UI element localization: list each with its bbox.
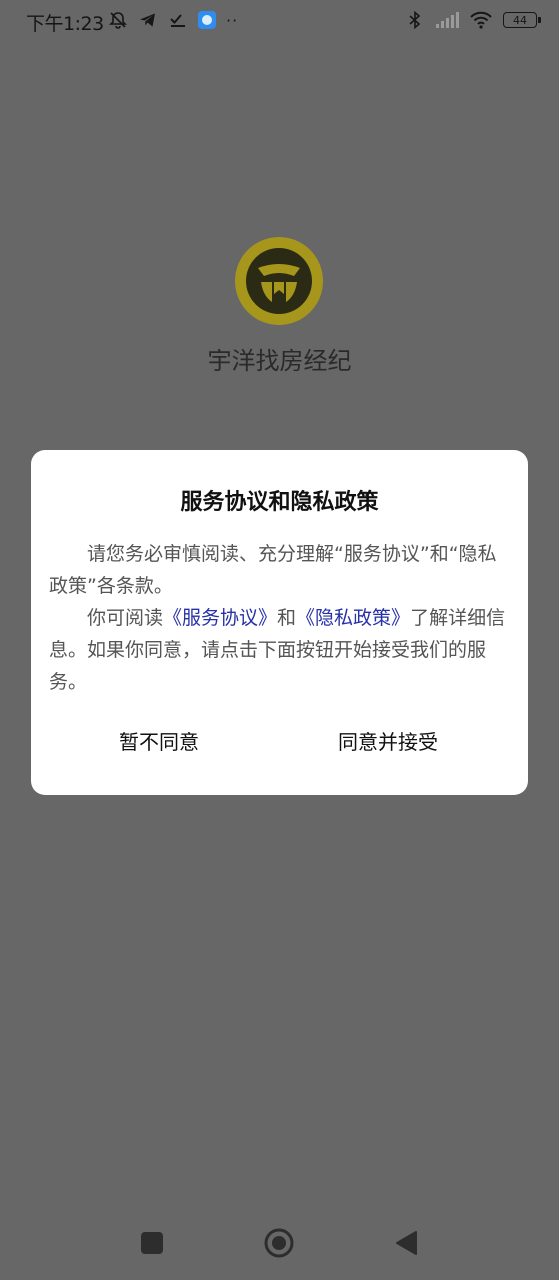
decline-button[interactable]: 暂不同意	[119, 726, 199, 755]
telegram-icon	[140, 13, 155, 27]
mute-bell-icon	[109, 12, 127, 29]
status-bar: 下午1:23 ·· 44	[0, 0, 559, 42]
status-left-icons: ··	[108, 10, 238, 30]
app-notification-icon	[198, 11, 216, 29]
accept-button[interactable]: 同意并接受	[338, 726, 438, 755]
paragraph-2-prefix: 你可阅读	[87, 607, 164, 629]
dialog-paragraph-2: 你可阅读《服务协议》和《隐私政策》了解详细信息。如果你同意，请点击下面按钮开始接…	[49, 602, 510, 698]
home-circle-icon[interactable]	[264, 1228, 294, 1258]
privacy-policy-link[interactable]: 《隐私政策》	[296, 607, 410, 629]
signal-icon	[436, 12, 459, 28]
back-triangle-icon[interactable]	[394, 1230, 418, 1256]
dialog-button-row: 暂不同意 同意并接受	[31, 726, 528, 760]
check-list-icon	[170, 14, 185, 27]
more-dots-icon: ··	[226, 10, 239, 30]
navigation-bar	[0, 1218, 559, 1268]
app-logo	[235, 237, 323, 325]
dialog-title: 服务协议和隐私政策	[180, 490, 379, 515]
paragraph-2-and: 和	[277, 607, 297, 629]
status-time: 下午1:23	[26, 13, 104, 35]
service-agreement-link[interactable]: 《服务协议》	[163, 607, 277, 629]
recents-square-icon[interactable]	[141, 1232, 163, 1254]
dialog-body: 请您务必审慎阅读、充分理解“服务协议”和“隐私政策”各条款。 你可阅读《服务协议…	[49, 538, 510, 698]
app-name: 宇洋找房经纪	[207, 347, 352, 375]
wifi-icon	[470, 11, 492, 29]
status-right-icons: 44	[405, 10, 541, 30]
bluetooth-icon	[409, 10, 421, 30]
battery-icon: 44	[503, 12, 541, 28]
privacy-consent-dialog: 服务协议和隐私政策 请您务必审慎阅读、充分理解“服务协议”和“隐私政策”各条款。…	[31, 450, 528, 795]
dialog-paragraph-1: 请您务必审慎阅读、充分理解“服务协议”和“隐私政策”各条款。	[49, 543, 497, 597]
